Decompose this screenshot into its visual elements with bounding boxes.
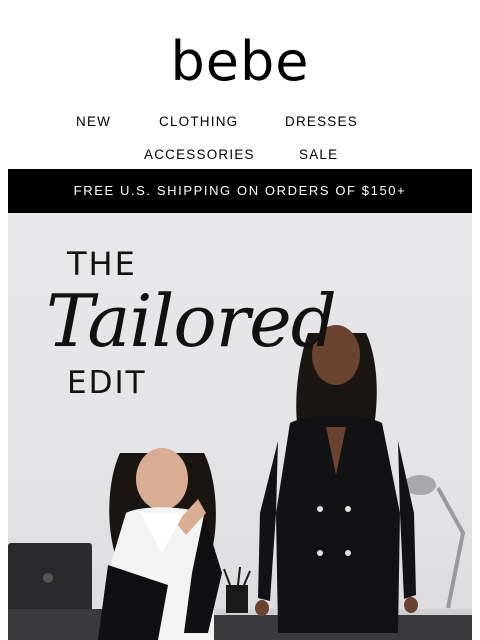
nav-item-clothing[interactable]: CLOTHING xyxy=(159,112,238,132)
hero-banner[interactable]: THE Tailored EDIT xyxy=(8,213,472,640)
shipping-promo-banner[interactable]: FREE U.S. SHIPPING ON ORDERS OF $150+ xyxy=(8,169,472,213)
nav-row-primary: NEW CLOTHING DRESSES xyxy=(0,112,480,132)
model-seated xyxy=(98,448,222,640)
desk xyxy=(8,613,472,640)
hero-headline-edit: EDIT xyxy=(67,365,147,401)
nav-item-sale[interactable]: SALE xyxy=(299,145,338,165)
nav-item-new[interactable]: NEW xyxy=(76,112,111,132)
nav-item-dresses[interactable]: DRESSES xyxy=(285,112,358,132)
nav-item-accessories[interactable]: ACCESSORIES xyxy=(144,145,255,165)
hero-headline-tailored: Tailored xyxy=(46,279,337,363)
pen-cup xyxy=(223,566,251,613)
laptop xyxy=(8,543,108,615)
nav-row-secondary: ACCESSORIES SALE xyxy=(0,145,480,165)
brand-logo[interactable]: bebe xyxy=(0,30,480,94)
hero-headline-the: THE xyxy=(67,245,137,283)
model-standing xyxy=(255,325,418,633)
